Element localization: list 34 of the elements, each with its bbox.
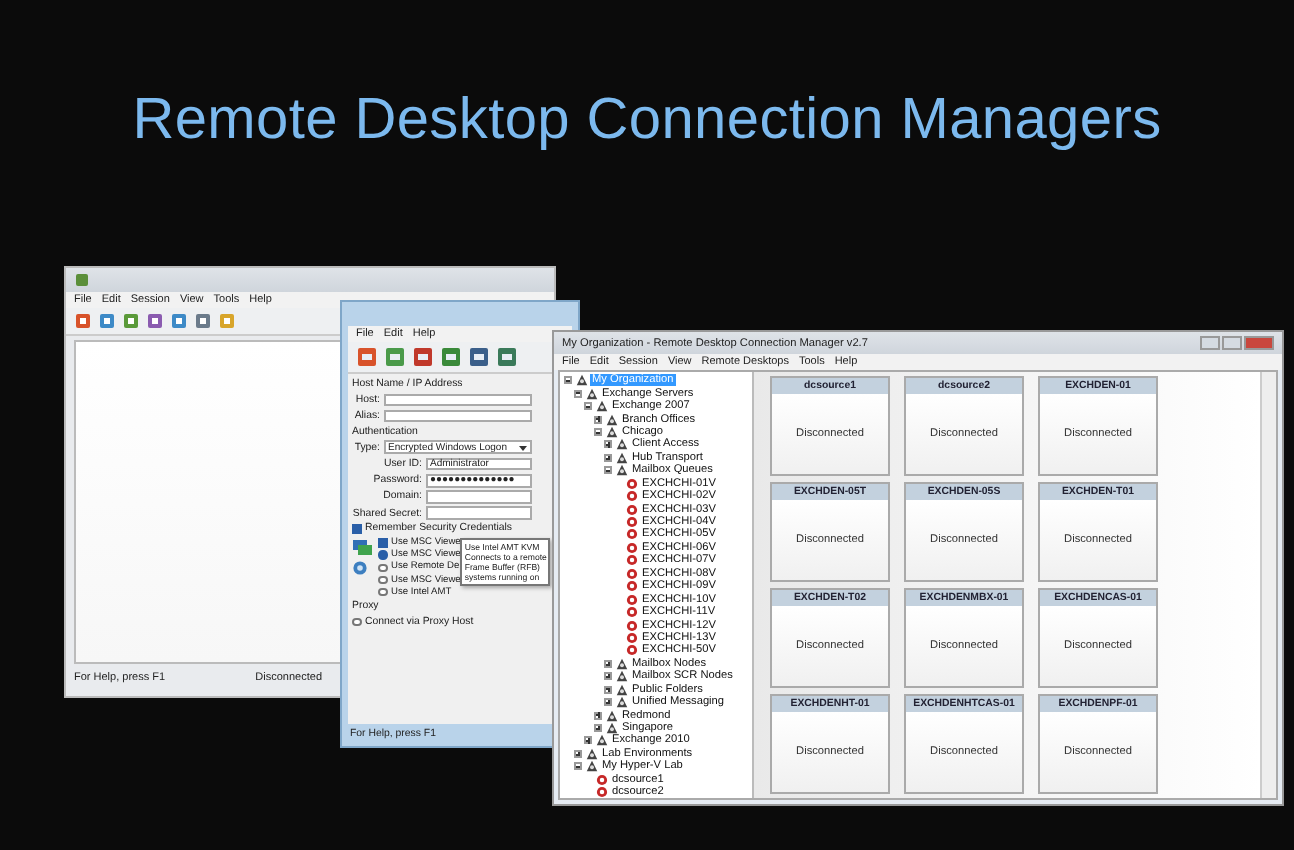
input-field[interactable]	[426, 490, 532, 504]
expand-toggle[interactable]	[594, 724, 602, 733]
expand-toggle[interactable]	[604, 453, 612, 462]
caret-icon	[518, 443, 528, 452]
globe-icon	[352, 560, 368, 577]
radio-button[interactable]	[378, 587, 387, 597]
collapse-toggle[interactable]	[574, 389, 582, 398]
banner-title: Remote Desktop Connection Managers	[130, 88, 1164, 154]
expand-toggle[interactable]	[604, 440, 612, 449]
expand-toggle[interactable]	[574, 749, 582, 758]
input-field[interactable]	[384, 393, 532, 407]
expand-toggle[interactable]	[604, 685, 612, 694]
collapse-toggle[interactable]	[574, 762, 582, 771]
input-field[interactable]	[426, 506, 532, 520]
checkbox[interactable]	[378, 538, 387, 548]
app-icon	[74, 272, 90, 288]
monitors-icon	[352, 537, 374, 558]
radio-button[interactable]	[378, 550, 387, 560]
expand-toggle[interactable]	[604, 698, 612, 707]
collapse-toggle[interactable]	[584, 402, 592, 411]
checkbox[interactable]	[352, 524, 361, 534]
expand-toggle[interactable]	[604, 659, 612, 668]
collapse-toggle[interactable]	[604, 466, 612, 475]
expand-toggle[interactable]	[594, 711, 602, 720]
expand-toggle[interactable]	[604, 672, 612, 681]
input-field[interactable]	[384, 409, 532, 423]
radio-button[interactable]	[352, 617, 361, 627]
radio-button[interactable]	[378, 575, 387, 585]
radio-button[interactable]	[378, 563, 387, 573]
expand-toggle[interactable]	[594, 415, 602, 424]
expand-toggle[interactable]	[584, 736, 592, 745]
collapse-toggle[interactable]	[564, 376, 572, 385]
scrollbar[interactable]	[1260, 372, 1276, 798]
collapse-toggle[interactable]	[594, 427, 602, 436]
